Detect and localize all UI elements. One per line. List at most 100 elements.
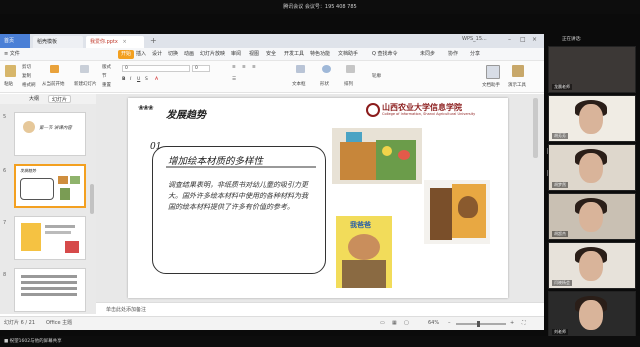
participant-video-tile[interactable]: 胡芳芳 (548, 95, 636, 142)
zoom-out-icon[interactable]: – (448, 317, 451, 330)
list-icon[interactable]: ☰ (232, 77, 236, 82)
textbox-button[interactable]: 文本框 (292, 81, 306, 87)
minimize-icon[interactable]: – (508, 36, 511, 43)
cut-button[interactable]: 剪切 (22, 64, 31, 70)
slide-body-text[interactable]: 调查结果表明，非纸质书对幼儿童的吸引力更大。国外许多绘本材料中使用的各种材料为我… (168, 180, 308, 213)
current-slide[interactable]: ❀❀❀ 发展趋势 山西农业大学信息学院 College of Informati… (128, 98, 508, 298)
copy-button[interactable]: 复制 (22, 73, 31, 79)
new-slide-button[interactable]: 新建幻灯片 (74, 81, 97, 87)
view-sorter-icon[interactable]: ▦ (392, 317, 397, 330)
layout-button[interactable]: 版式 (102, 64, 111, 70)
menu-design[interactable]: 设计 (152, 48, 162, 61)
view-normal-icon[interactable]: ▭ (380, 317, 385, 330)
zoom-slider[interactable] (456, 321, 506, 327)
paste-icon[interactable] (5, 65, 16, 77)
search-command[interactable]: Q 查找命令 (372, 48, 398, 61)
strikethrough-icon[interactable]: S (145, 77, 148, 82)
slide-thumbnail-panel[interactable]: 5 第一节 讲课内容 6 发展趋势 7 8 (0, 104, 96, 314)
menu-switch[interactable]: 切换 (168, 48, 178, 61)
participant-video-tile[interactable]: 刘老师 (548, 291, 636, 338)
tab-outline[interactable]: 大纲 (26, 95, 42, 103)
sync-status[interactable]: 未同步 (420, 48, 435, 61)
section-button[interactable]: 节 (102, 73, 107, 79)
tab-home[interactable]: 首页 (0, 34, 30, 48)
slide-thumbnail[interactable] (14, 268, 86, 312)
doc-assist-icon[interactable] (486, 65, 500, 79)
zoom-level: 64% (428, 320, 440, 326)
maximize-icon[interactable]: □ (520, 36, 526, 43)
thumbnail-line (45, 231, 71, 234)
slide-heading[interactable]: 增加绘本材质的多样性 (168, 153, 263, 167)
outline-button[interactable]: 轮廓 (372, 73, 381, 79)
fit-window-icon[interactable]: ⛶ (522, 317, 526, 330)
university-name-en: College of Information, Shanxi Agricultu… (382, 112, 476, 116)
tools-icon[interactable] (512, 65, 524, 77)
zoom-in-icon[interactable]: + (510, 317, 514, 330)
tab-document[interactable]: 我爱你.pptx × (86, 36, 144, 48)
notes-pane[interactable]: 单击此处添加备注 (96, 302, 544, 316)
participant-video-tile[interactable]: 龙晨老师 (548, 46, 636, 93)
heading-underline (166, 166, 316, 168)
menu-dev[interactable]: 开发工具 (284, 48, 304, 61)
slide-thumbnail[interactable]: 第一节 讲课内容 (14, 112, 86, 156)
slide-title[interactable]: 发展趋势 (166, 106, 206, 121)
new-slide-icon[interactable] (80, 65, 89, 73)
menu-special[interactable]: 特色功能 (310, 48, 330, 61)
font-name-select[interactable]: 0 (122, 65, 190, 72)
view-reading-icon[interactable]: ▢ (404, 317, 409, 330)
felt-book-image[interactable] (332, 128, 422, 184)
tools-button[interactable]: 演示工具 (508, 82, 526, 88)
font-size-select[interactable]: 0 (192, 65, 210, 72)
underline-icon[interactable]: U (137, 77, 140, 82)
university-logo: 山西农业大学信息学院 College of Information, Shanx… (364, 102, 504, 120)
board-book-image[interactable] (424, 180, 490, 244)
textbox-icon[interactable] (296, 65, 305, 73)
participant-video-tile[interactable]: 闫晓杨会 (548, 242, 636, 289)
align-right-icon[interactable]: ≡ (252, 65, 256, 70)
participant-video-tile[interactable]: 胡超杰 (548, 193, 636, 240)
participant-video-tile[interactable]: 胡梦然 (548, 144, 636, 191)
tab-template[interactable]: 稻壳模板 (33, 36, 83, 48)
zoom-slider-knob[interactable] (477, 321, 481, 327)
shape-icon[interactable] (322, 65, 331, 73)
doc-assist-button[interactable]: 文档助手 (482, 82, 500, 88)
book-title: 我爸爸 (350, 221, 371, 229)
menu-file[interactable]: ≡ 文件 (4, 48, 20, 61)
slide-thumbnail-selected[interactable]: 发展趋势 (14, 164, 86, 208)
status-bar: 幻灯片 6 / 21 Office 主题 ▭ ▦ ▢ 64% – + ⛶ (0, 316, 544, 330)
from-current-button[interactable]: 从当前开始 (42, 81, 65, 87)
reset-button[interactable]: 重置 (102, 82, 111, 88)
shape-button[interactable]: 形状 (320, 81, 329, 87)
tab-slides[interactable]: 幻灯片 (48, 95, 72, 103)
thumbnail-text: 发展趋势 (20, 168, 36, 173)
arrange-icon[interactable] (346, 65, 355, 73)
close-tab-icon[interactable]: × (122, 39, 126, 45)
menu-slideshow[interactable]: 幻灯片放映 (200, 48, 225, 61)
arrange-button[interactable]: 排列 (344, 81, 353, 87)
menu-docassist[interactable]: 文档助手 (338, 48, 358, 61)
slide-thumbnail[interactable] (14, 216, 86, 260)
new-tab-icon[interactable]: + (150, 36, 157, 45)
menu-animation[interactable]: 动画 (184, 48, 194, 61)
play-icon[interactable] (50, 65, 59, 73)
paste-label[interactable]: 粘贴 (4, 81, 13, 87)
bold-icon[interactable]: B (122, 77, 125, 82)
font-color-icon[interactable]: A (155, 77, 158, 82)
participant-face (579, 104, 603, 134)
align-left-icon[interactable]: ≡ (232, 65, 236, 70)
format-painter-button[interactable]: 格式刷 (22, 82, 36, 88)
menu-review[interactable]: 审阅 (231, 48, 241, 61)
thumbnail-scrollbar[interactable] (90, 184, 94, 214)
italic-icon[interactable]: I (130, 77, 131, 82)
menu-security[interactable]: 安全 (266, 48, 276, 61)
picture-book-image[interactable]: 我爸爸 (336, 216, 392, 288)
align-center-icon[interactable]: ≡ (242, 65, 246, 70)
share-button[interactable]: 分享 (470, 48, 480, 61)
menu-start[interactable]: 开始 (118, 50, 135, 59)
collab-button[interactable]: 协作 (448, 48, 458, 61)
menu-view[interactable]: 视图 (249, 48, 259, 61)
edit-scrollbar[interactable] (533, 98, 538, 158)
panel-tabs: 大纲 幻灯片 (0, 94, 96, 104)
menu-insert[interactable]: 插入 (136, 48, 146, 61)
close-window-icon[interactable]: × (532, 36, 537, 43)
